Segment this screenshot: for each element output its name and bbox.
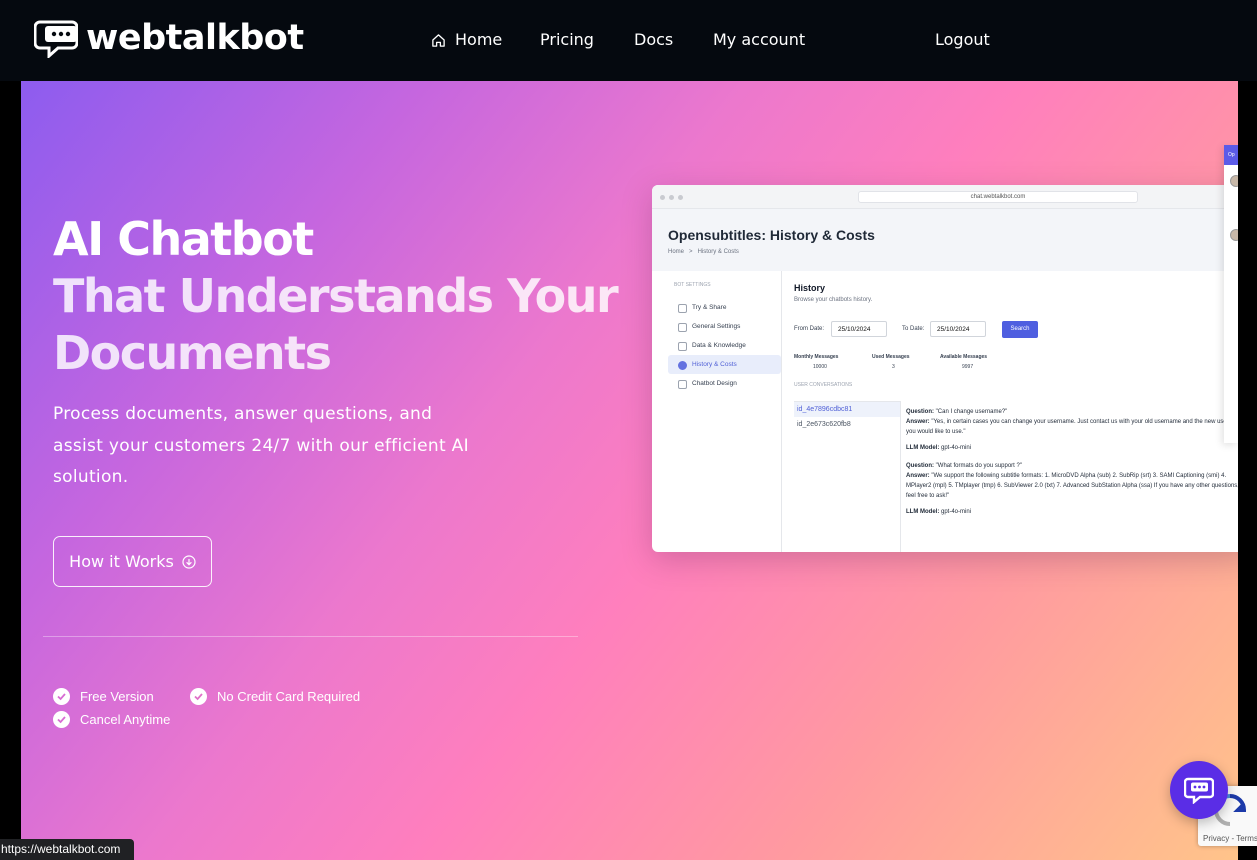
stat-label: Used Messages xyxy=(872,354,910,360)
feature-no-credit-card: No Credit Card Required xyxy=(190,688,360,705)
stat-label: Available Messages xyxy=(940,354,988,360)
sidebar-item-history: History & Costs xyxy=(668,355,781,374)
home-icon xyxy=(432,33,445,47)
brand-name: webtalkbot xyxy=(86,18,304,58)
how-it-works-label: How it Works xyxy=(69,552,174,571)
chat-bubble-logo-icon xyxy=(34,20,78,58)
nav-docs[interactable]: Docs xyxy=(634,30,673,50)
preview-sidebar: BOT SETTINGS Try & Share General Setting… xyxy=(668,271,782,552)
to-date-label: To Date: xyxy=(902,326,925,332)
stat-value: 9997 xyxy=(962,364,974,370)
how-it-works-button[interactable]: How it Works xyxy=(53,536,212,587)
preview-side-panel: Op xyxy=(1224,145,1238,443)
hero-title-line1: AI Chatbot xyxy=(53,212,314,266)
stat-label: Monthly Messages xyxy=(794,354,839,360)
feature-label: Cancel Anytime xyxy=(80,712,171,727)
conversation-item: id_2e673c620fb8 xyxy=(797,421,851,428)
hero-section: AI Chatbot That Understands Your Documen… xyxy=(21,81,1238,860)
conversation-item: id_4e7896cdbc81 xyxy=(794,402,900,417)
check-icon xyxy=(53,688,70,705)
hero-title: AI Chatbot That Understands Your Documen… xyxy=(53,211,619,382)
nav-my-account[interactable]: My account xyxy=(713,30,805,50)
feature-free-version: Free Version xyxy=(53,688,154,705)
from-date-label: From Date: xyxy=(794,326,825,332)
recaptcha-links[interactable]: Privacy - Terms xyxy=(1203,834,1257,843)
preview-title: Opensubtitles: History & Costs xyxy=(668,227,875,243)
preview-header: Opensubtitles: History & Costs Home > Hi… xyxy=(652,209,1238,271)
to-date-field: 25/10/2024 xyxy=(930,321,986,337)
conversations-heading: USER CONVERSATIONS xyxy=(794,382,853,388)
product-preview-image: chat.webtalkbot.com Opensubtitles: Histo… xyxy=(652,185,1238,552)
brand-logo[interactable]: webtalkbot xyxy=(34,18,304,58)
feature-label: Free Version xyxy=(80,689,154,704)
top-navbar: webtalkbot Home Pricing Docs My account … xyxy=(0,0,1257,81)
conversation-detail: Question: "Can I change username?" Answer… xyxy=(906,409,1238,515)
hero-title-line2: That Understands Your xyxy=(53,269,619,323)
browser-bar: chat.webtalkbot.com xyxy=(652,185,1238,209)
sidebar-heading: BOT SETTINGS xyxy=(674,282,711,288)
nav-logout[interactable]: Logout xyxy=(935,30,990,50)
side-panel-tab: Op xyxy=(1224,145,1238,165)
sidebar-item-try-share: Try & Share xyxy=(668,298,781,317)
chat-icon xyxy=(1184,777,1214,804)
check-icon xyxy=(53,711,70,728)
preview-main: History Browse your chatbots history. Fr… xyxy=(794,271,1238,552)
conversation-list: id_4e7896cdbc81 id_2e673c620fb8 xyxy=(794,401,901,552)
nav-pricing[interactable]: Pricing xyxy=(540,30,594,50)
sidebar-item-data: Data & Knowledge xyxy=(668,336,781,355)
sidebar-item-general: General Settings xyxy=(668,317,781,336)
history-subtitle: Browse your chatbots history. xyxy=(794,297,873,303)
sidebar-item-design: Chatbot Design xyxy=(668,374,781,393)
arrow-down-circle-icon xyxy=(182,554,196,569)
search-button: Search xyxy=(1002,321,1038,338)
nav-home[interactable]: Home xyxy=(431,30,502,50)
hero-title-line3: Documents xyxy=(53,326,332,380)
avatar xyxy=(1230,229,1238,241)
link-status-bar: https://webtalkbot.com xyxy=(0,839,134,860)
check-icon xyxy=(190,688,207,705)
browser-url: chat.webtalkbot.com xyxy=(858,191,1138,203)
stat-value: 10000 xyxy=(813,364,827,370)
hero-divider xyxy=(43,636,578,637)
feature-label: No Credit Card Required xyxy=(217,689,361,704)
feature-cancel-anytime: Cancel Anytime xyxy=(53,711,170,728)
hero-description: Process documents, answer questions, and… xyxy=(53,404,469,487)
avatar xyxy=(1230,175,1238,187)
history-title: History xyxy=(794,283,826,293)
stat-value: 3 xyxy=(892,364,895,370)
chat-widget-button[interactable] xyxy=(1170,761,1228,819)
preview-breadcrumb: Home > History & Costs xyxy=(668,249,739,255)
nav-home-label: Home xyxy=(455,30,503,49)
from-date-field: 25/10/2024 xyxy=(831,321,887,337)
